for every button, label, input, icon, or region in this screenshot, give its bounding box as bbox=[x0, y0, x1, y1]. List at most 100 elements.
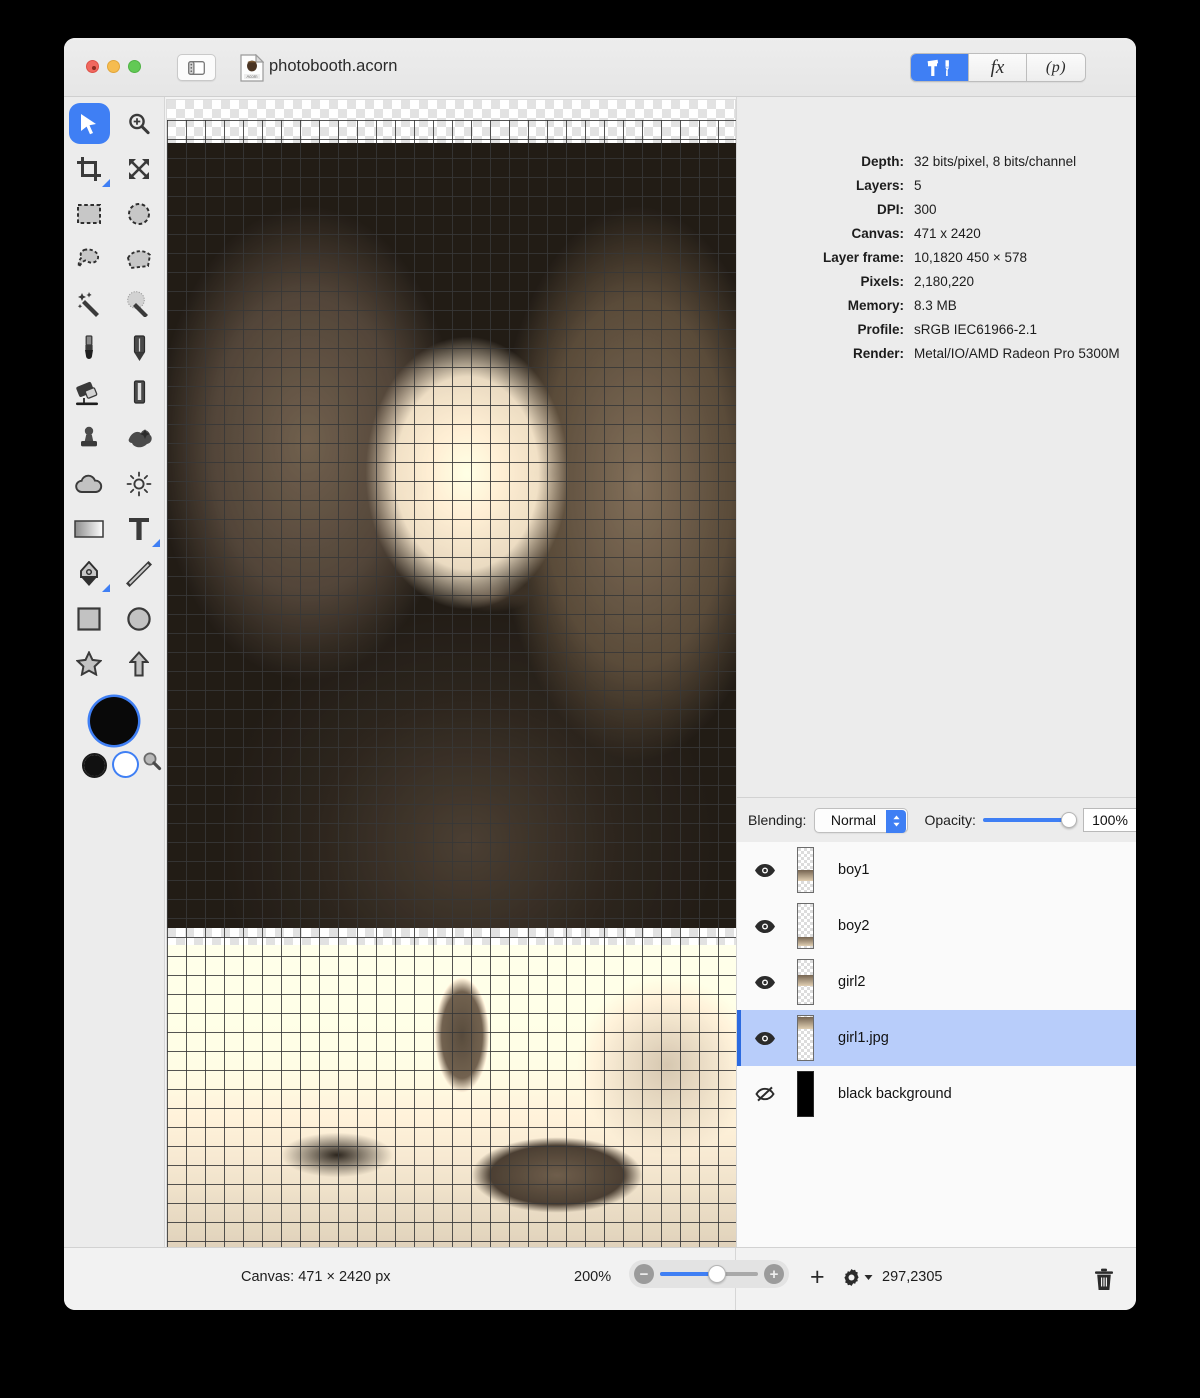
opacity-label: Opacity: bbox=[924, 812, 976, 828]
tool-polygon-select[interactable] bbox=[114, 236, 164, 281]
layer-name: boy1 bbox=[838, 862, 870, 878]
tool-ellipse-select[interactable] bbox=[114, 191, 164, 236]
tool-options-badge bbox=[152, 539, 160, 547]
zoom-out-icon[interactable]: − bbox=[634, 1264, 654, 1284]
status-bar: Canvas: 471 × 2420 px 200% − + + 297,230… bbox=[64, 1247, 1136, 1310]
zoom-button[interactable] bbox=[128, 60, 141, 73]
marker-icon bbox=[133, 379, 145, 404]
layer-visibility-toggle[interactable] bbox=[737, 919, 793, 934]
opacity-knob[interactable] bbox=[1060, 812, 1077, 828]
tool-gradient[interactable] bbox=[64, 506, 114, 551]
tool-rectangle[interactable] bbox=[64, 596, 114, 641]
background-color-swatch[interactable] bbox=[114, 753, 137, 776]
tool-smudge[interactable] bbox=[114, 416, 164, 461]
tab-palettes[interactable]: (p) bbox=[1027, 54, 1085, 81]
trash-icon[interactable] bbox=[1094, 1268, 1114, 1291]
layer-visibility-toggle[interactable] bbox=[737, 863, 793, 878]
tool-crop[interactable] bbox=[64, 146, 114, 191]
tool-dodge[interactable] bbox=[114, 461, 164, 506]
tool-arrow-shape[interactable] bbox=[114, 641, 164, 686]
document-info-table: Depth: 32 bits/pixel, 8 bits/channel Lay… bbox=[737, 97, 1136, 370]
opacity-track-fill bbox=[982, 818, 1067, 822]
canvas[interactable] bbox=[166, 99, 736, 1247]
tool-rect-select[interactable] bbox=[64, 191, 114, 236]
opacity-value-field[interactable]: 100% bbox=[1083, 808, 1136, 832]
paintbrush-icon bbox=[85, 334, 93, 359]
layer-actions-menu[interactable] bbox=[842, 1268, 873, 1287]
eye-visible-icon bbox=[755, 975, 775, 989]
minimize-button[interactable] bbox=[107, 60, 120, 73]
info-row-layers: Layers: 5 bbox=[737, 178, 1136, 202]
text-tool-icon bbox=[129, 517, 149, 540]
tool-magic-wand[interactable] bbox=[64, 281, 114, 326]
layer-row[interactable]: boy1 bbox=[737, 842, 1136, 898]
tool-zoom[interactable] bbox=[114, 101, 164, 146]
canvas-size-label: Canvas: 471 × 2420 px bbox=[241, 1269, 391, 1285]
line-icon bbox=[126, 560, 152, 587]
info-label: Canvas: bbox=[851, 226, 904, 241]
blending-mode-select[interactable]: Normal bbox=[814, 807, 909, 833]
layer-thumbnail bbox=[797, 1015, 814, 1061]
tool-brush[interactable] bbox=[64, 326, 114, 371]
arrow-shape-icon bbox=[129, 650, 149, 676]
eye-visible-icon bbox=[755, 1031, 775, 1045]
magnifier-plus-icon bbox=[129, 113, 150, 134]
layer-row[interactable]: girl1.jpg bbox=[737, 1010, 1136, 1066]
eyedropper-icon[interactable] bbox=[142, 751, 162, 771]
ellipse-marquee-icon bbox=[128, 202, 150, 225]
info-row-pixels: Pixels: 2,180,220 bbox=[737, 274, 1136, 298]
info-value: 8.3 MB bbox=[914, 298, 957, 313]
inspector-mode-segmented-control[interactable]: fx (p) bbox=[910, 53, 1086, 82]
opacity-slider[interactable] bbox=[982, 811, 1077, 829]
document-title: photobooth.acorn bbox=[269, 57, 398, 75]
info-row-dpi: DPI: 300 bbox=[737, 202, 1136, 226]
star-shape-icon bbox=[76, 651, 102, 676]
tool-star[interactable] bbox=[64, 641, 114, 686]
tool-instant-alpha[interactable] bbox=[114, 281, 164, 326]
layer-visibility-toggle[interactable] bbox=[737, 1086, 793, 1102]
info-label: Layer frame: bbox=[822, 250, 904, 265]
tool-move[interactable] bbox=[64, 101, 114, 146]
foreground-color-swatch[interactable] bbox=[90, 697, 138, 745]
tab-filters[interactable]: fx bbox=[969, 54, 1027, 81]
zoom-track-fill bbox=[660, 1272, 715, 1276]
canvas-status-area: Canvas: 471 × 2420 px 200% − + bbox=[165, 1248, 789, 1310]
tool-transform[interactable] bbox=[114, 146, 164, 191]
layer-image-girl1 bbox=[167, 143, 736, 928]
inspector-panel: Depth: 32 bits/pixel, 8 bits/channel Lay… bbox=[736, 97, 1136, 1247]
layers-list[interactable]: boy1 boy2 girl2 girl1.jpg black backgrou… bbox=[737, 842, 1136, 1247]
tool-text[interactable] bbox=[114, 506, 164, 551]
layer-row[interactable]: boy2 bbox=[737, 898, 1136, 954]
blending-label: Blending: bbox=[748, 812, 807, 828]
info-value: 471 x 2420 bbox=[914, 226, 981, 241]
layer-row[interactable]: black background bbox=[737, 1066, 1136, 1122]
layer-visibility-toggle[interactable] bbox=[737, 1031, 793, 1046]
canvas-scroll-area[interactable] bbox=[165, 97, 736, 1247]
tool-blur[interactable] bbox=[64, 461, 114, 506]
add-layer-button[interactable]: + bbox=[810, 1265, 825, 1290]
zoom-knob[interactable] bbox=[708, 1265, 727, 1283]
info-value: 32 bits/pixel, 8 bits/channel bbox=[914, 154, 1077, 169]
tool-oval[interactable] bbox=[114, 596, 164, 641]
info-value: 300 bbox=[914, 202, 937, 217]
info-value: 10,1820 450 × 578 bbox=[914, 250, 1027, 265]
tab-tools[interactable] bbox=[911, 54, 969, 81]
sidebar-toggle-button[interactable] bbox=[177, 54, 216, 81]
tool-bezier-pen[interactable] bbox=[64, 551, 114, 596]
tool-palette bbox=[64, 97, 165, 1247]
tool-eraser[interactable] bbox=[64, 371, 114, 416]
tool-marker[interactable] bbox=[114, 371, 164, 416]
bezier-pen-icon bbox=[80, 560, 98, 586]
tool-line[interactable] bbox=[114, 551, 164, 596]
layer-visibility-toggle[interactable] bbox=[737, 975, 793, 990]
tool-clone-stamp[interactable] bbox=[64, 416, 114, 461]
tool-pencil[interactable] bbox=[114, 326, 164, 371]
acorn-window: Acorn photobooth.acorn fx (p) Depth: 32 … bbox=[64, 38, 1136, 1310]
tool-lasso[interactable] bbox=[64, 236, 114, 281]
oval-shape-icon bbox=[127, 606, 151, 631]
swap-colors-button[interactable] bbox=[82, 753, 107, 778]
layer-row[interactable]: girl2 bbox=[737, 954, 1136, 1010]
close-button[interactable] bbox=[86, 60, 99, 73]
color-well-group bbox=[64, 693, 165, 793]
acorn-document-icon: Acorn bbox=[240, 54, 264, 82]
